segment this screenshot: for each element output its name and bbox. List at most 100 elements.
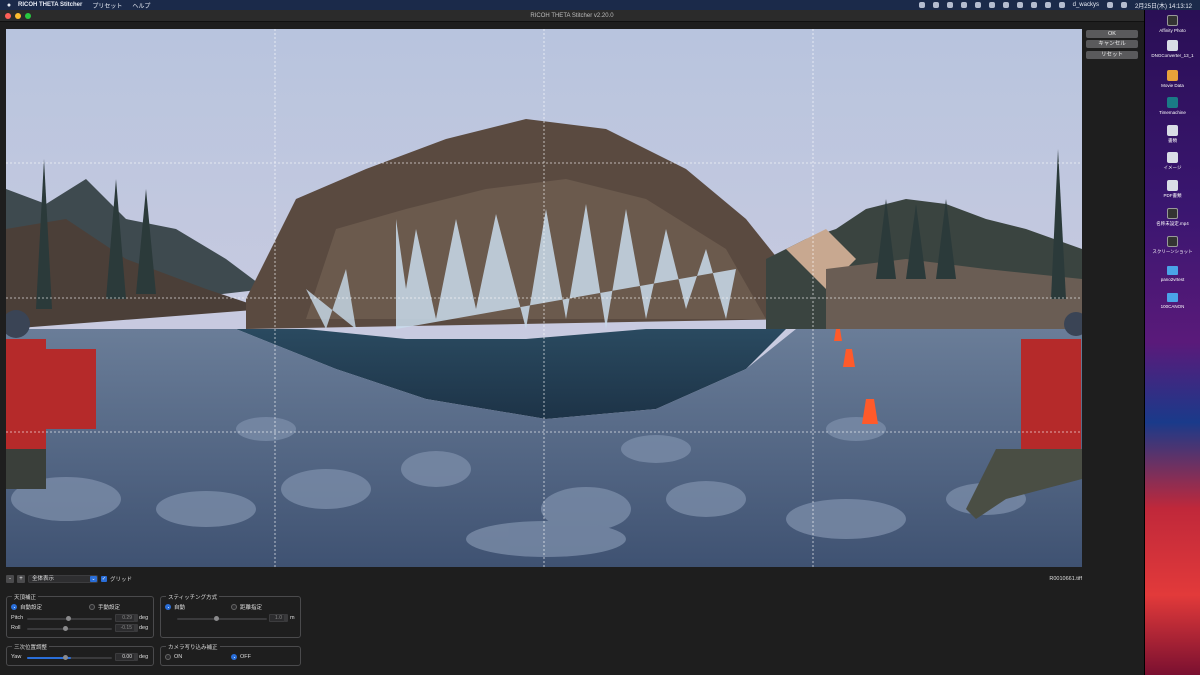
- search-icon[interactable]: [1106, 2, 1113, 8]
- app-icon: [1167, 15, 1178, 26]
- input-source-icon[interactable]: [1002, 2, 1009, 8]
- yaw-stepper[interactable]: [134, 653, 138, 661]
- battery-icon[interactable]: [1030, 2, 1037, 8]
- distance-slider[interactable]: [177, 618, 267, 620]
- desktop-icon-100canon[interactable]: 100CANON: [1145, 293, 1200, 309]
- distance-slider-knob[interactable]: [214, 616, 219, 621]
- folder-icon: [1167, 266, 1178, 275]
- pitch-slider-knob[interactable]: [66, 616, 71, 621]
- control-center-icon[interactable]: [1120, 2, 1127, 8]
- zoom-out-button[interactable]: -: [6, 575, 14, 583]
- cancel-button[interactable]: キャンセル: [1086, 40, 1138, 48]
- menu-help[interactable]: ヘルプ: [132, 1, 150, 10]
- zenith-auto-option[interactable]: 自動設定: [11, 603, 42, 611]
- pdf-icon: [1167, 180, 1178, 191]
- drive-icon: [1167, 70, 1178, 81]
- cpu-icon[interactable]: [960, 2, 967, 8]
- yaw-unit: deg: [139, 654, 149, 660]
- calendar-icon[interactable]: [988, 2, 995, 8]
- menubar-clock[interactable]: 2月25日(木) 14:13:12: [1135, 1, 1192, 10]
- sync-icon[interactable]: [932, 2, 939, 8]
- wifi-icon[interactable]: [1058, 2, 1065, 8]
- desktop-icon-affinity[interactable]: Affinity Photo: [1145, 15, 1200, 33]
- desktop-icon-pdf[interactable]: PDF書類: [1145, 180, 1200, 198]
- pitch-label: Pitch: [11, 615, 24, 621]
- roll-input[interactable]: -0.15: [115, 624, 135, 632]
- camera-group-title: カメラ写り込み補正: [166, 643, 220, 651]
- chevron-down-icon: ⌄: [90, 576, 97, 582]
- desktop-icon-pano2vrtest[interactable]: pano2vrtest: [1145, 266, 1200, 282]
- roll-stepper[interactable]: [134, 624, 138, 632]
- pitch-input[interactable]: 0.29: [115, 614, 135, 622]
- zenith-manual-option[interactable]: 手動設定: [89, 603, 120, 611]
- desktop-icon-image[interactable]: イメージ: [1145, 152, 1200, 170]
- view-mode-select[interactable]: 全体表示 ⌄: [28, 575, 98, 583]
- maximize-window-button[interactable]: [25, 13, 31, 19]
- menu-preset[interactable]: プリセット: [92, 1, 122, 10]
- camera-reflection-group: カメラ写り込み補正 ON OFF: [160, 643, 301, 666]
- stitch-auto-option[interactable]: 自動: [165, 603, 185, 611]
- desktop-wallpaper: Affinity Photo DNGConverter_13_1 Movie D…: [1145, 10, 1200, 675]
- minimize-window-button[interactable]: [15, 13, 21, 19]
- distance-input[interactable]: 1.0: [269, 614, 285, 622]
- zenith-manual-radio[interactable]: [89, 604, 95, 610]
- image-icon: [1167, 152, 1178, 163]
- timemachine-menu-icon[interactable]: [974, 2, 981, 8]
- dropbox-icon[interactable]: [918, 2, 925, 8]
- macos-menubar: ● RICOH THETA Stitcher プリセット ヘルプ d_wacky…: [0, 0, 1200, 10]
- distance-stepper[interactable]: [284, 614, 288, 622]
- moon-icon[interactable]: [946, 2, 953, 8]
- pitch-unit: deg: [139, 615, 149, 621]
- stitch-auto-radio[interactable]: [165, 604, 171, 610]
- desktop-icon-documents[interactable]: 書類: [1145, 125, 1200, 143]
- panorama-image: [6, 29, 1082, 567]
- preview-toolbar: - + 全体表示 ⌄ ✓ グリッド: [6, 574, 132, 584]
- zenith-correction-group: 天頂補正 自動設定 手動設定 Pitch 0.29 deg Roll -0.15…: [6, 593, 154, 638]
- camera-on-radio[interactable]: [165, 654, 171, 660]
- close-window-button[interactable]: [5, 13, 11, 19]
- yaw-slider[interactable]: [27, 657, 112, 659]
- roll-unit: deg: [139, 625, 149, 631]
- zenith-auto-radio[interactable]: [11, 604, 17, 610]
- yaw-slider-knob[interactable]: [63, 655, 68, 660]
- menubar-status-area: d_wackys 2月25日(木) 14:13:12: [918, 1, 1200, 10]
- desktop-icon-timemachine[interactable]: Timemachine: [1145, 97, 1200, 115]
- view-mode-value: 全体表示: [32, 576, 55, 582]
- volume-icon[interactable]: [1016, 2, 1023, 8]
- doc-icon: [1167, 125, 1178, 136]
- roll-label: Roll: [11, 625, 21, 631]
- roll-slider-knob[interactable]: [63, 626, 68, 631]
- reset-button[interactable]: リセット: [1086, 51, 1138, 59]
- ok-button[interactable]: OK: [1086, 30, 1138, 38]
- stitching-group-title: スティッチング方式: [166, 593, 220, 601]
- disk-icon: [1167, 40, 1178, 51]
- apple-menu-icon[interactable]: ●: [0, 2, 18, 9]
- desktop-icon-dngconverter[interactable]: DNGConverter_13_1: [1145, 40, 1200, 58]
- stitch-distance-option[interactable]: 距離指定: [231, 603, 262, 611]
- bluetooth-icon[interactable]: [1044, 2, 1051, 8]
- video-icon: [1167, 208, 1178, 219]
- timemachine-icon: [1167, 97, 1178, 108]
- pitch-stepper[interactable]: [134, 614, 138, 622]
- grid-label: グリッド: [110, 577, 133, 583]
- desktop-icon-moviedata[interactable]: Movie Data: [1145, 70, 1200, 88]
- grid-checkbox[interactable]: ✓: [101, 576, 107, 582]
- folder-icon: [1167, 293, 1178, 302]
- stitch-distance-radio[interactable]: [231, 604, 237, 610]
- roll-slider[interactable]: [27, 628, 112, 630]
- window-titlebar[interactable]: RICOH THETA Stitcher v2.20.0: [0, 10, 1144, 22]
- panorama-preview[interactable]: [6, 29, 1082, 567]
- camera-off-option[interactable]: OFF: [231, 654, 251, 660]
- desktop-icon-mp4[interactable]: 名称未設定.mp4: [1145, 208, 1200, 226]
- window-controls: [5, 13, 31, 19]
- camera-on-option[interactable]: ON: [165, 654, 182, 660]
- distance-unit: m: [290, 615, 295, 621]
- file-name: R0010661.tiff: [1049, 576, 1082, 582]
- yaw-label: Yaw: [11, 654, 22, 660]
- yaw-input[interactable]: 0.00: [115, 653, 135, 661]
- menu-app-name[interactable]: RICOH THETA Stitcher: [18, 2, 82, 8]
- zoom-in-button[interactable]: +: [17, 575, 25, 583]
- menubar-user[interactable]: d_wackys: [1073, 2, 1099, 8]
- camera-off-radio[interactable]: [231, 654, 237, 660]
- desktop-icon-screenshot[interactable]: スクリーンショット: [1145, 236, 1200, 254]
